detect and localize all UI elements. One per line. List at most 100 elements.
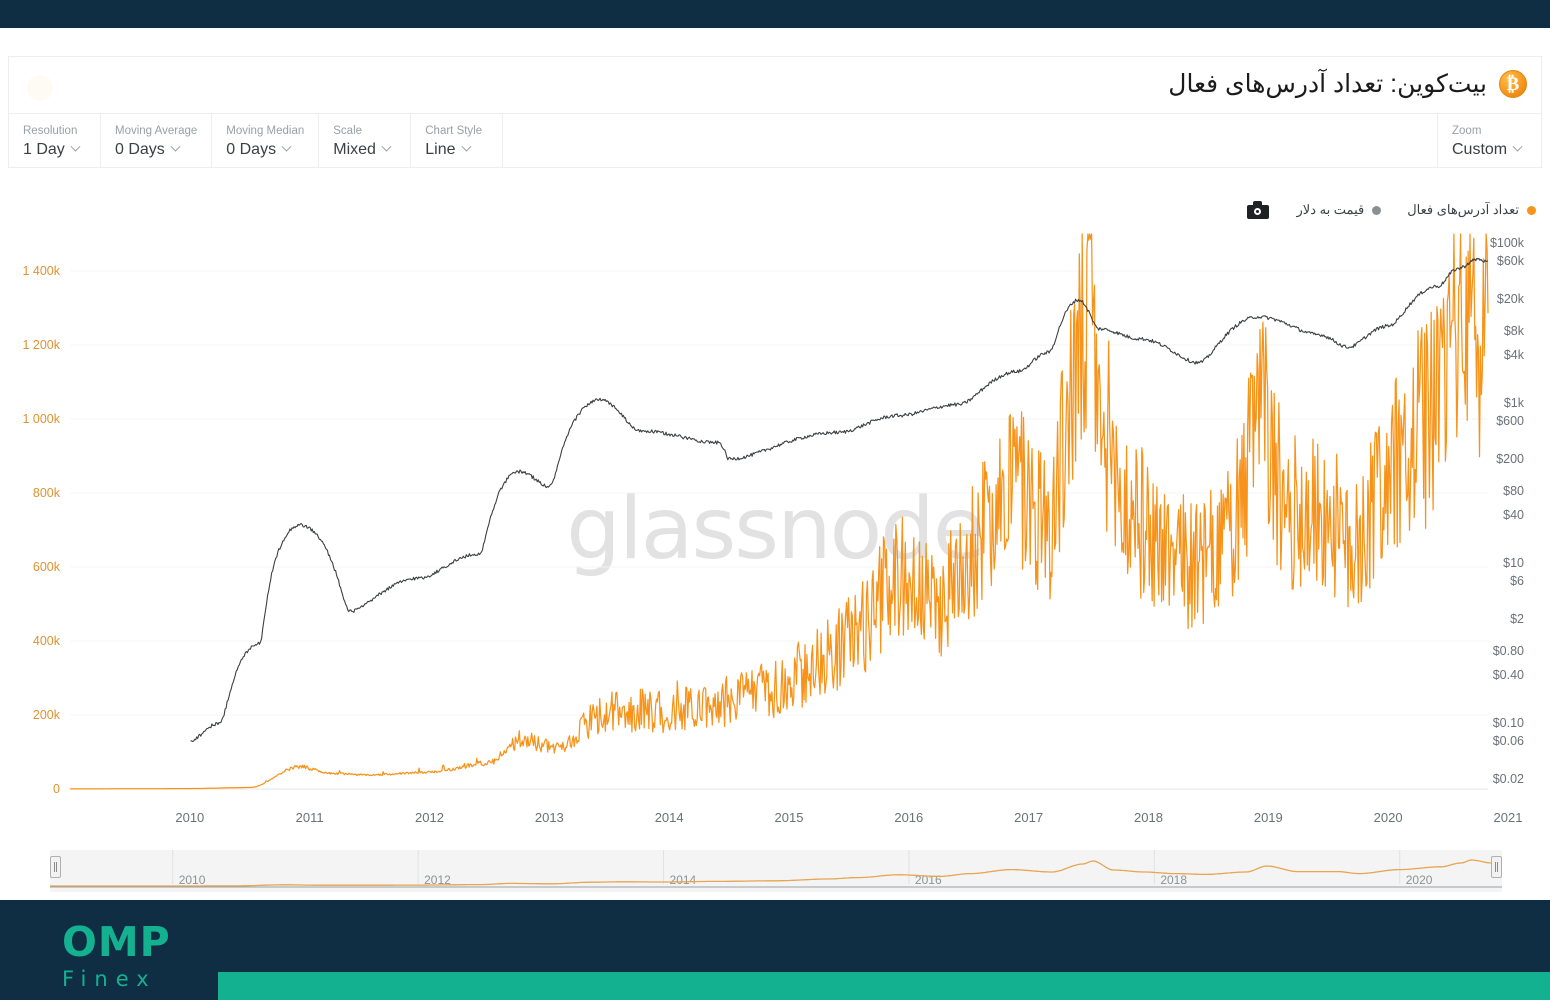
footer-accent-bar <box>218 972 1550 1000</box>
chart-canvas: 0 200k 400k 600k 800k 1 000k 1 200k 1 400k $100k… <box>22 233 1525 824</box>
y-axis-left-tick: 800k <box>33 486 61 500</box>
bitcoin-icon: ₿ <box>1499 70 1527 98</box>
control-zoom[interactable]: Zoom Custom <box>1437 114 1541 167</box>
navigator-tick: 2010 <box>179 873 206 887</box>
control-resolution-label: Resolution <box>23 124 78 137</box>
control-moving-average-value[interactable]: 0 Days <box>115 141 197 159</box>
legend-label-active-addresses: تعداد آدرس‌های فعال <box>1407 202 1519 217</box>
chevron-down-icon <box>1512 141 1523 152</box>
legend-item-price[interactable]: قیمت به دلار <box>1297 202 1382 218</box>
x-axis-tick: 2020 <box>1374 810 1403 824</box>
chevron-down-icon <box>281 141 292 152</box>
control-moving-median[interactable]: Moving Median 0 Days <box>212 114 320 167</box>
control-moving-median-text: 0 Days <box>226 140 277 158</box>
y-axis-right-tick: $80 <box>1503 484 1524 498</box>
legend-color-dot <box>1527 205 1536 215</box>
control-scale-text: Mixed <box>333 140 376 158</box>
x-axis-tick: 2016 <box>894 810 923 824</box>
range-navigator[interactable]: 2010 2012 2014 2016 2018 2020 <box>50 850 1503 892</box>
y-axis-left-tick: 0 <box>53 782 60 796</box>
chart-header: ₿ بیت‌کوین: تعداد آدرس‌های فعال <box>8 56 1542 113</box>
y-axis-right-tick: $100k <box>1490 236 1525 250</box>
x-axis-tick: 2013 <box>535 810 564 824</box>
control-resolution-value[interactable]: 1 Day <box>23 141 86 159</box>
x-axis-tick: 2010 <box>175 810 204 824</box>
page-title: بیت‌کوین: تعداد آدرس‌های فعال <box>1168 70 1487 98</box>
y-axis-right-tick: $4k <box>1504 348 1525 362</box>
y-axis-right-tick: $0.02 <box>1493 772 1524 786</box>
y-axis-right-tick: $0.06 <box>1493 734 1524 748</box>
nav-handle-right[interactable] <box>1491 856 1502 878</box>
x-axis-tick: 2012 <box>415 810 444 824</box>
plot-area[interactable]: glassnode 0 200k 400k 600k 800k 1 000k 1 200k 1… <box>8 224 1542 824</box>
legend-item-active-addresses[interactable]: تعداد آدرس‌های فعال <box>1407 202 1536 218</box>
chevron-down-icon <box>70 141 81 152</box>
control-scale[interactable]: Scale Mixed <box>319 114 412 167</box>
y-axis-right-tick: $0.40 <box>1493 668 1524 682</box>
y-axis-right-tick: $0.80 <box>1493 644 1524 658</box>
x-axis-tick: 2019 <box>1254 810 1283 824</box>
logo-omp-text: OMP <box>62 918 171 966</box>
chart-title-wrap: ₿ بیت‌کوین: تعداد آدرس‌های فعال <box>1168 69 1527 99</box>
y-axis-right-tick: $1k <box>1504 396 1525 410</box>
legend-color-dot <box>1372 205 1382 215</box>
y-axis-left-tick: 400k <box>33 634 61 648</box>
site-footer: OMP Finex <box>0 900 1550 1000</box>
top-bar <box>0 0 1550 28</box>
navigator-tick: 2018 <box>1160 873 1187 887</box>
navigator-tick: 2014 <box>670 873 697 887</box>
y-axis-right-tick: $40 <box>1503 508 1524 522</box>
chevron-down-icon <box>461 141 471 152</box>
y-axis-left-tick: 1 200k <box>22 338 60 352</box>
navigator-tick: 2020 <box>1406 873 1433 887</box>
logo-finex-text: Finex <box>62 967 157 991</box>
camera-icon[interactable] <box>1246 201 1269 219</box>
x-axis-tick: 2017 <box>1014 810 1043 824</box>
control-resolution-text: 1 Day <box>23 140 65 158</box>
y-axis-right-tick: $200 <box>1496 452 1524 466</box>
x-axis-tick: 2021 <box>1494 810 1523 824</box>
control-chart-style-label: Chart Style <box>425 124 483 137</box>
nav-handle-left[interactable] <box>50 856 61 878</box>
legend-label-price: قیمت به دلار <box>1296 202 1365 217</box>
y-axis-left-tick: 1 400k <box>22 264 60 278</box>
control-moving-median-value[interactable]: 0 Days <box>226 141 304 159</box>
control-zoom-label: Zoom <box>1452 124 1482 137</box>
y-axis-left-tick: 600k <box>33 560 61 574</box>
y-axis-right-tick: $60k <box>1497 254 1525 268</box>
control-chart-style[interactable]: Chart Style Line <box>411 114 504 167</box>
omp-finex-logo: OMP Finex <box>62 922 171 990</box>
y-axis-left-tick: 200k <box>33 708 61 722</box>
control-chart-style-value[interactable]: Line <box>425 141 488 159</box>
control-chart-style-text: Line <box>425 140 456 158</box>
navigator-canvas[interactable]: 2010 2012 2014 2016 2018 2020 <box>50 850 1503 892</box>
x-axis-tick: 2014 <box>655 810 684 824</box>
app-root: ₿ بیت‌کوین: تعداد آدرس‌های فعال Resoluti… <box>0 0 1550 1000</box>
control-zoom-value[interactable]: Custom <box>1452 141 1527 159</box>
chart-card: ₿ بیت‌کوین: تعداد آدرس‌های فعال Resoluti… <box>0 28 1550 900</box>
x-axis-tick: 2015 <box>775 810 804 824</box>
control-scale-label: Scale <box>333 124 363 137</box>
control-scale-value[interactable]: Mixed <box>333 141 396 159</box>
x-axis-tick: 2018 <box>1134 810 1163 824</box>
y-axis-right-tick: $2 <box>1510 612 1524 626</box>
camera-hump <box>1252 201 1262 206</box>
y-axis-left-tick: 1 000k <box>22 412 60 426</box>
y-axis-right-tick: $20k <box>1497 292 1525 306</box>
control-zoom-text: Custom <box>1452 140 1508 158</box>
y-axis-right-tick: $10 <box>1503 556 1524 570</box>
y-axis-right-tick: $600 <box>1496 414 1524 428</box>
chart-legend: تعداد آدرس‌های فعال قیمت به دلار <box>1246 201 1536 219</box>
chevron-down-icon <box>170 141 181 152</box>
control-moving-average-label: Moving Average <box>115 124 198 137</box>
header-placeholder-icon <box>27 75 53 101</box>
series-active-addresses <box>70 233 1489 790</box>
control-resolution[interactable]: Resolution 1 Day <box>9 114 101 167</box>
y-axis-right-tick: $0.10 <box>1493 716 1524 730</box>
y-axis-right-tick: $6 <box>1510 574 1524 588</box>
bitcoin-glyph: ₿ <box>1506 73 1520 95</box>
control-moving-average[interactable]: Moving Average 0 Days <box>101 114 213 167</box>
control-moving-median-label: Moving Median <box>226 124 305 137</box>
control-moving-average-text: 0 Days <box>115 140 165 158</box>
